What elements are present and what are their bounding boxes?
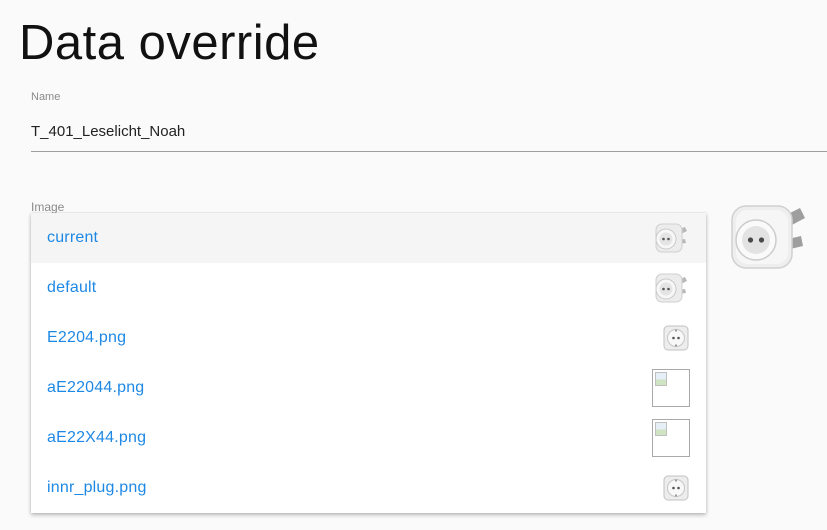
image-option-innr-plug[interactable]: innr_plug.png [31,463,706,513]
socket-front-icon [662,474,690,502]
name-input[interactable] [31,112,827,152]
name-field-label: Name [31,91,61,103]
broken-image-icon [652,419,690,457]
smart-plug-icon [650,271,690,305]
image-option-ae22x44[interactable]: aE22X44.png [31,413,706,463]
option-label: aE22X44.png [47,429,147,446]
image-dropdown-menu: current default E2204.png aE22044.png aE… [31,213,706,513]
socket-front-icon [662,324,690,352]
image-option-ae22044[interactable]: aE22044.png [31,363,706,413]
option-label: innr_plug.png [47,479,147,496]
image-option-default[interactable]: default [31,263,706,313]
broken-image-icon [652,369,690,407]
image-option-current[interactable]: current [31,213,706,263]
smart-plug-icon [726,205,812,276]
option-label: E2204.png [47,329,127,346]
image-option-e2204[interactable]: E2204.png [31,313,706,363]
page-title: Data override [19,16,320,70]
option-label: current [47,229,99,246]
selected-image-preview [726,202,812,277]
option-label: default [47,279,97,296]
image-field-label: Image [31,200,65,214]
smart-plug-icon [650,221,690,255]
option-label: aE22044.png [47,379,145,396]
